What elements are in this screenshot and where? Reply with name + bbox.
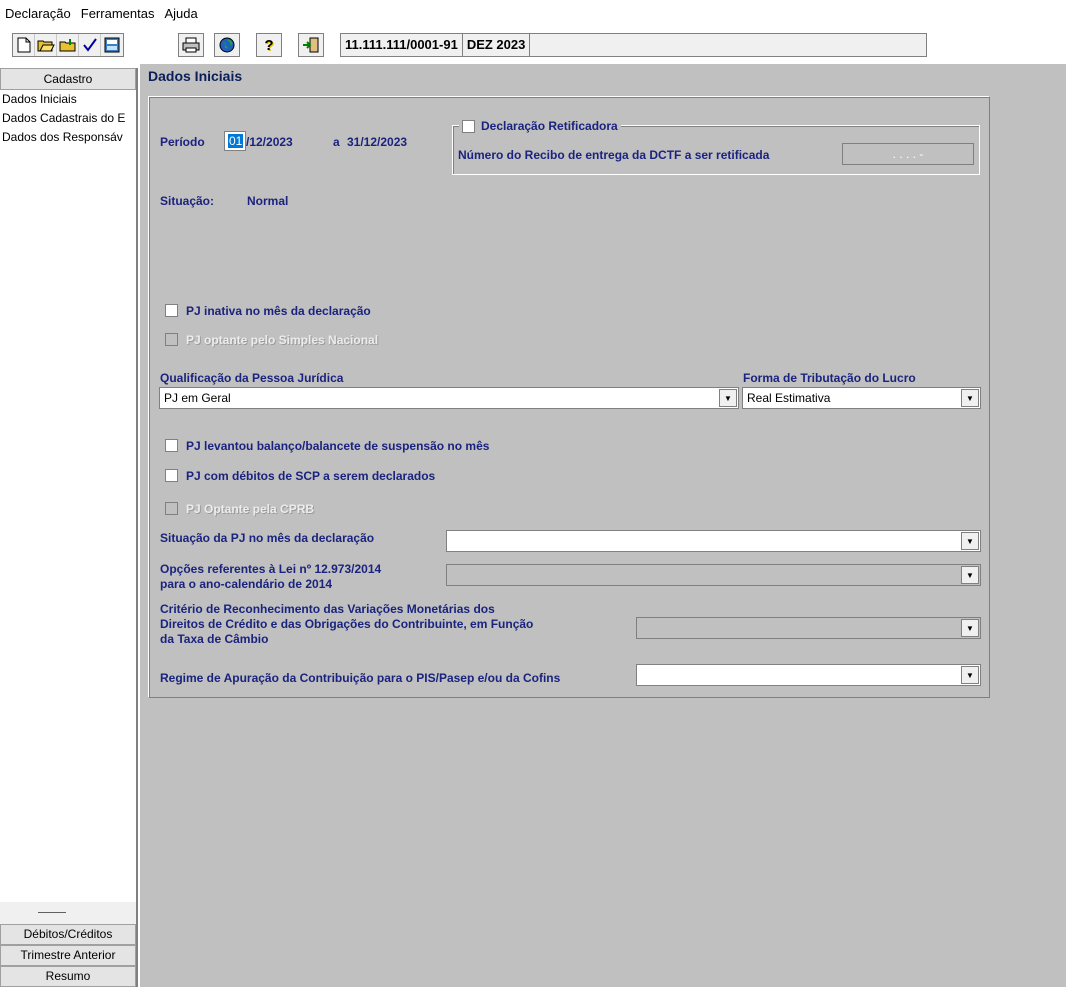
periodo-day-input[interactable]: 01 [224, 131, 246, 151]
dados-iniciais-form: Período 01 /12/2023 a 31/12/2023 Declara… [148, 96, 990, 698]
periodo-label: Período [160, 135, 205, 149]
pj-scp-label: PJ com débitos de SCP a serem declarados [186, 469, 436, 483]
pj-inativa-checkbox[interactable] [165, 304, 178, 317]
opcoes-lei-label-line1: Opções referentes à Lei nº 12.973/2014 [160, 562, 382, 576]
pj-balanco-checkbox[interactable] [165, 439, 178, 452]
opcoes-lei-label-line2: para o ano-calendário de 2014 [160, 577, 333, 591]
regime-label: Regime de Apuração da Contribuição para … [160, 671, 561, 685]
sidebar-button-trimestre-anterior[interactable]: Trimestre Anterior [0, 945, 136, 966]
menu-ferramentas[interactable]: Ferramentas [81, 6, 155, 21]
retificadora-checkbox[interactable] [462, 119, 475, 133]
retificadora-label: Declaração Retificadora [481, 119, 618, 133]
check-icon[interactable] [79, 34, 101, 56]
recibo-label: Número do Recibo de entrega da DCTF a se… [458, 148, 770, 162]
sidebar-splitter[interactable] [0, 902, 136, 924]
chevron-down-icon[interactable]: ▼ [961, 389, 979, 407]
recibo-input[interactable]: . . . . - [842, 143, 974, 165]
opcoes-lei-select[interactable]: ▼ [446, 564, 981, 586]
import-icon[interactable] [57, 34, 79, 56]
chevron-down-icon[interactable]: ▼ [961, 566, 979, 584]
menu-bar: Declaração Ferramentas Ajuda [0, 0, 1066, 26]
sidebar: Cadastro Dados Iniciais Dados Cadastrais… [0, 68, 138, 987]
chevron-down-icon[interactable]: ▼ [961, 619, 979, 637]
periodo-month-year: /12/2023 [246, 135, 293, 149]
retificadora-legend: Declaração Retificadora [459, 119, 621, 133]
print-icon[interactable] [178, 33, 204, 57]
periodo-a-label: a [333, 135, 340, 149]
sidebar-button-resumo[interactable]: Resumo [0, 966, 136, 987]
pj-cprb-checkbox[interactable] [165, 502, 178, 515]
main-panel: Dados Iniciais Período 01 /12/2023 a 31/… [140, 64, 1066, 987]
criterio-label-line2: Direitos de Crédito e das Obrigações do … [160, 617, 534, 631]
situacao-value: Normal [247, 194, 289, 208]
situacao-pj-select[interactable]: ▼ [446, 530, 981, 552]
forma-tributacao-label: Forma de Tributação do Lucro [743, 371, 916, 385]
periodo-day-selection: 01 [228, 134, 244, 148]
sidebar-bottom: Débitos/Créditos Trimestre Anterior Resu… [0, 902, 136, 987]
new-file-icon[interactable] [13, 34, 35, 56]
pj-cprb-label: PJ Optante pela CPRB [186, 502, 315, 516]
globe-icon[interactable] [214, 33, 240, 57]
cnpj-field: 11.111.111/0001-91 [341, 34, 463, 56]
forma-tributacao-value: Real Estimativa [747, 391, 831, 405]
sidebar-item-dados-iniciais[interactable]: Dados Iniciais [0, 90, 136, 109]
criterio-label-line1: Critério de Reconhecimento das Variações… [160, 602, 495, 616]
situacao-pj-label: Situação da PJ no mês da declaração [160, 531, 375, 545]
pj-inativa-label: PJ inativa no mês da declaração [186, 304, 371, 318]
report-icon[interactable] [101, 34, 123, 56]
sidebar-header-cadastro[interactable]: Cadastro [0, 68, 136, 90]
menu-declaracao[interactable]: Declaração [5, 6, 71, 21]
chevron-down-icon[interactable]: ▼ [719, 389, 737, 407]
sidebar-item-dados-cadastrais[interactable]: Dados Cadastrais do E [0, 109, 136, 128]
chevron-down-icon[interactable]: ▼ [961, 666, 979, 684]
sidebar-item-dados-responsaveis[interactable]: Dados dos Responsáv [0, 128, 136, 147]
qualificacao-select[interactable]: PJ em Geral ▼ [159, 387, 739, 409]
periodo-end-date: 31/12/2023 [347, 135, 408, 149]
pj-simples-label: PJ optante pelo Simples Nacional [186, 333, 379, 347]
pj-balanco-label: PJ levantou balanço/balancete de suspens… [186, 439, 490, 453]
period-field: DEZ 2023 [463, 34, 531, 56]
pj-scp-checkbox[interactable] [165, 469, 178, 482]
toolbar: ? 11.111.111/0001-91 DEZ 2023 [0, 26, 1066, 64]
chevron-down-icon[interactable]: ▼ [961, 532, 979, 550]
help-icon[interactable]: ? [256, 33, 282, 57]
criterio-select[interactable]: ▼ [636, 617, 981, 639]
declaration-info-bar: 11.111.111/0001-91 DEZ 2023 [340, 33, 928, 57]
exit-icon[interactable] [298, 33, 324, 57]
pj-simples-checkbox[interactable] [165, 333, 178, 346]
toolbar-file-group [12, 33, 124, 57]
regime-select[interactable]: ▼ [636, 664, 981, 686]
forma-tributacao-select[interactable]: Real Estimativa ▼ [742, 387, 981, 409]
situacao-label: Situação: [160, 194, 215, 208]
qualificacao-label: Qualificação da Pessoa Jurídica [160, 371, 344, 385]
sidebar-button-debitos-creditos[interactable]: Débitos/Créditos [0, 924, 136, 945]
open-folder-icon[interactable] [35, 34, 57, 56]
page-title: Dados Iniciais [148, 68, 243, 84]
qualificacao-value: PJ em Geral [164, 391, 231, 405]
criterio-label-line3: da Taxa de Câmbio [160, 632, 269, 646]
menu-ajuda[interactable]: Ajuda [164, 6, 197, 21]
extra-field [530, 34, 926, 56]
